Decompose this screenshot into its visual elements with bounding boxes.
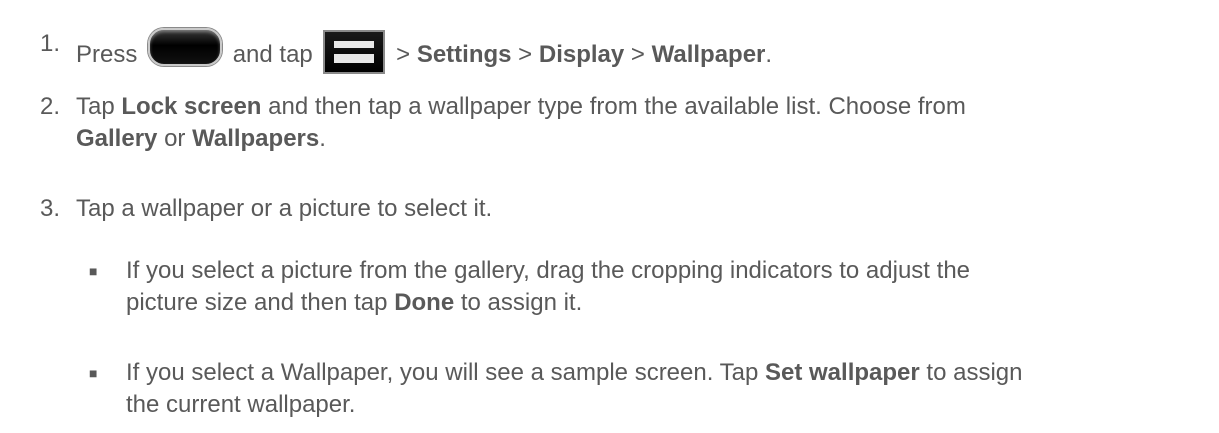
bullet-marker-icon: ■: [89, 263, 98, 279]
bullet-text: If you select a Wallpaper, you will see …: [126, 359, 1023, 418]
step-number: 1.: [39, 30, 60, 57]
bullet-marker-icon: ■: [89, 365, 98, 381]
step-number: 2.: [39, 93, 60, 120]
menu-key-icon: [323, 30, 386, 74]
bullet-text: If you select a picture from the gallery…: [126, 257, 971, 316]
home-key-icon: [148, 28, 223, 66]
step-text: Tap a wallpaper or a picture to select i…: [76, 195, 493, 222]
step-number: 3.: [39, 195, 60, 222]
step-text: Tap Lock screen and then tap a wallpaper…: [76, 93, 966, 152]
step-text: Press and tap > Settings > Display > Wal…: [76, 28, 1199, 74]
